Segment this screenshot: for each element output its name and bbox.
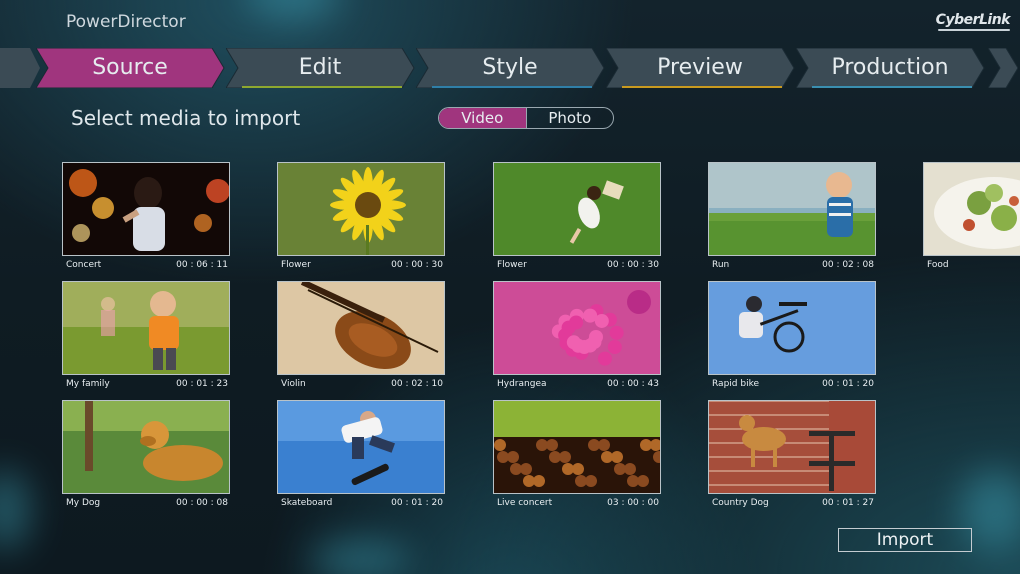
media-name: Food xyxy=(927,260,949,270)
media-thumbnail xyxy=(708,162,876,256)
import-button[interactable]: Import xyxy=(838,528,972,552)
media-duration: 00 : 01 : 20 xyxy=(822,379,874,389)
media-name: Live concert xyxy=(497,498,553,508)
workflow-step-label: Preview xyxy=(657,55,743,80)
media-thumbnail xyxy=(708,281,876,375)
media-duration: 00 : 02 : 08 xyxy=(822,260,874,270)
workflow-step-preview[interactable]: Preview xyxy=(606,48,795,88)
page-heading: Select media to import xyxy=(71,106,301,130)
media-thumbnail xyxy=(277,162,445,256)
media-duration: 00 : 01 : 20 xyxy=(391,498,443,508)
media-duration: 00 : 06 : 11 xyxy=(176,260,228,270)
media-tile[interactable]: Flower 00 : 00 : 30 xyxy=(277,162,445,272)
workflow-bar: Source Edit Style Preview Production xyxy=(0,48,1020,88)
media-caption: Flower 00 : 00 : 30 xyxy=(281,260,443,270)
media-tile[interactable]: My Dog 00 : 00 : 08 xyxy=(62,400,230,510)
app-title: PowerDirector xyxy=(66,12,186,32)
workflow-start-stub xyxy=(0,48,40,88)
background-glow xyxy=(0,470,30,550)
media-caption: Skateboard 00 : 01 : 20 xyxy=(281,498,443,508)
media-thumbnail xyxy=(277,400,445,494)
media-thumbnail xyxy=(277,281,445,375)
media-duration: 00 : 01 : 23 xyxy=(176,379,228,389)
media-tile[interactable]: Concert 00 : 06 : 11 xyxy=(62,162,230,272)
media-caption: Hydrangea 00 : 00 : 43 xyxy=(497,379,659,389)
media-caption: Flower 00 : 00 : 30 xyxy=(497,260,659,270)
media-name: My Dog xyxy=(66,498,101,508)
media-duration: 00 : 00 : 08 xyxy=(176,498,228,508)
background-glow xyxy=(250,0,340,20)
media-name: Skateboard xyxy=(281,498,333,508)
media-thumbnail xyxy=(493,400,661,494)
media-name: Concert xyxy=(66,260,102,270)
media-duration: 00 : 00 : 30 xyxy=(391,260,443,270)
media-caption: Live concert 03 : 00 : 00 xyxy=(497,498,659,508)
media-tile[interactable]: Skateboard 00 : 01 : 20 xyxy=(277,400,445,510)
media-name: Run xyxy=(712,260,730,270)
media-caption: Run 00 : 02 : 08 xyxy=(712,260,874,270)
media-name: Hydrangea xyxy=(497,379,547,389)
media-name: Flower xyxy=(497,260,527,270)
media-duration: 03 : 00 : 00 xyxy=(607,498,659,508)
workflow-step-label: Edit xyxy=(298,55,342,80)
photo-tab[interactable]: Photo xyxy=(525,108,614,128)
media-tile[interactable]: Flower 00 : 00 : 30 xyxy=(493,162,661,272)
media-thumbnail xyxy=(923,162,1020,256)
media-thumbnail xyxy=(62,400,230,494)
media-duration: 00 : 01 : 27 xyxy=(822,498,874,508)
media-duration: 00 : 00 : 30 xyxy=(607,260,659,270)
media-tile[interactable]: Live concert 03 : 00 : 00 xyxy=(493,400,661,510)
media-caption: Violin 00 : 02 : 10 xyxy=(281,379,443,389)
media-tile[interactable]: Country Dog 00 : 01 : 27 xyxy=(708,400,876,510)
media-thumbnail xyxy=(708,400,876,494)
media-name: Flower xyxy=(281,260,311,270)
workflow-step-edit[interactable]: Edit xyxy=(226,48,415,88)
workflow-step-style[interactable]: Style xyxy=(416,48,605,88)
media-tile[interactable]: Hydrangea 00 : 00 : 43 xyxy=(493,281,661,391)
media-tile[interactable]: My family 00 : 01 : 23 xyxy=(62,281,230,391)
media-caption: Concert 00 : 06 : 11 xyxy=(66,260,228,270)
media-tile[interactable]: Food xyxy=(923,162,1020,272)
video-tab[interactable]: Video xyxy=(439,108,526,128)
media-thumbnail xyxy=(493,162,661,256)
cyberlink-logo: CyberLink xyxy=(935,12,1011,31)
media-type-toggle[interactable]: Video Photo xyxy=(438,107,614,129)
media-caption: Food xyxy=(927,260,1019,270)
media-tile[interactable]: Run 00 : 02 : 08 xyxy=(708,162,876,272)
media-name: Violin xyxy=(281,379,306,389)
workflow-step-production[interactable]: Production xyxy=(796,48,985,88)
media-duration: 00 : 02 : 10 xyxy=(391,379,443,389)
media-tile[interactable]: Rapid bike 00 : 01 : 20 xyxy=(708,281,876,391)
media-caption: Country Dog 00 : 01 : 27 xyxy=(712,498,874,508)
background-glow xyxy=(310,540,410,574)
media-thumbnail xyxy=(62,281,230,375)
media-name: Country Dog xyxy=(712,498,769,508)
media-caption: Rapid bike 00 : 01 : 20 xyxy=(712,379,874,389)
media-thumbnail xyxy=(493,281,661,375)
workflow-next-arrow xyxy=(988,48,1018,88)
workflow-step-source[interactable]: Source xyxy=(36,48,225,88)
media-name: My family xyxy=(66,379,110,389)
media-thumbnail xyxy=(62,162,230,256)
media-duration: 00 : 00 : 43 xyxy=(607,379,659,389)
media-name: Rapid bike xyxy=(712,379,759,389)
workflow-step-label: Style xyxy=(482,55,538,80)
media-caption: My Dog 00 : 00 : 08 xyxy=(66,498,228,508)
media-tile[interactable]: Violin 00 : 02 : 10 xyxy=(277,281,445,391)
workflow-step-label: Source xyxy=(92,55,168,80)
workflow-step-label: Production xyxy=(831,55,949,80)
media-caption: My family 00 : 01 : 23 xyxy=(66,379,228,389)
